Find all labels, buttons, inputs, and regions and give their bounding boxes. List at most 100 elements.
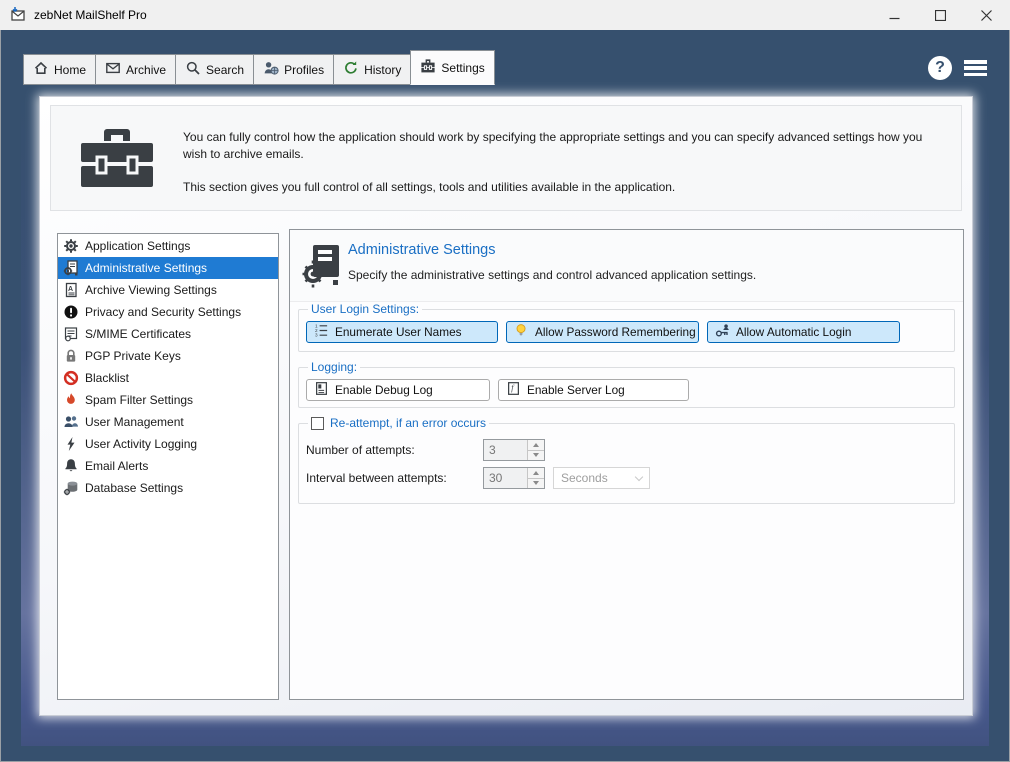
reattempt-group: Re-attempt, if an error occurs Number of… <box>298 416 955 504</box>
menu-button[interactable] <box>964 60 987 76</box>
sidebar-item-blacklist[interactable]: Blacklist <box>58 367 278 389</box>
prohibition-icon <box>62 370 79 386</box>
tab-bar: Home Archive Search <box>23 50 494 85</box>
reattempt-checkbox[interactable] <box>311 417 324 430</box>
content-panel: You can fully control how the applicatio… <box>39 96 973 716</box>
settings-detail-panel: Administrative Settings Specify the admi… <box>289 229 964 700</box>
spinner-value: 30 <box>484 468 527 488</box>
padlock-icon <box>62 348 79 364</box>
enumerate-user-names-button[interactable]: 123 Enumerate User Names <box>306 321 498 343</box>
tab-label: History <box>364 63 401 77</box>
help-button[interactable]: ? <box>928 56 952 80</box>
toolbox-icon-large <box>77 127 157 192</box>
intro-paragraph-1: You can fully control how the applicatio… <box>183 129 947 164</box>
enable-server-log-button[interactable]: f Enable Server Log <box>498 379 689 401</box>
document-a-icon: A <box>62 282 79 298</box>
toggle-button-label: Allow Password Remembering <box>535 325 696 339</box>
intro-box: You can fully control how the applicatio… <box>50 105 962 211</box>
svg-text:A: A <box>68 286 73 293</box>
detail-subtitle: Specify the administrative settings and … <box>348 268 756 282</box>
exclamation-circle-icon <box>62 304 79 320</box>
svg-text:3: 3 <box>315 333 318 338</box>
tab-home[interactable]: Home <box>23 54 96 85</box>
number-of-attempts-spinner[interactable]: 3 <box>483 439 545 461</box>
sidebar-item-administrative-settings[interactable]: Administrative Settings <box>58 257 278 279</box>
sidebar-item-application-settings[interactable]: Application Settings <box>58 235 278 257</box>
lightbulb-icon <box>514 323 529 341</box>
toolbox-icon <box>420 58 436 77</box>
gear-document-icon <box>62 260 79 276</box>
sidebar-item-pgp-private-keys[interactable]: PGP Private Keys <box>58 345 278 367</box>
tab-profiles[interactable]: Profiles <box>253 54 334 85</box>
numbered-list-icon: 123 <box>314 323 329 341</box>
title-bar: zebNet MailShelf Pro <box>0 0 1010 30</box>
tab-label: Settings <box>441 61 484 75</box>
chevron-down-icon <box>635 472 643 480</box>
sidebar-item-label: Database Settings <box>85 481 183 495</box>
sidebar-item-label: Application Settings <box>85 239 190 253</box>
tab-history[interactable]: History <box>333 54 411 85</box>
database-gear-icon <box>62 480 79 496</box>
window-title: zebNet MailShelf Pro <box>34 8 147 22</box>
question-mark-icon: ? <box>935 59 945 77</box>
toggle-button-label: Enumerate User Names <box>335 325 462 339</box>
spinner-down-button[interactable] <box>528 450 544 461</box>
intro-text: You can fully control how the applicatio… <box>183 129 947 211</box>
spinner-up-button[interactable] <box>528 468 544 478</box>
server-log-icon: f <box>506 381 521 399</box>
spinner-up-button[interactable] <box>528 440 544 450</box>
sidebar-item-smime-certificates[interactable]: S/MIME Certificates <box>58 323 278 345</box>
sidebar-item-label: Administrative Settings <box>85 261 207 275</box>
sidebar-item-user-activity-logging[interactable]: User Activity Logging <box>58 433 278 455</box>
tab-search[interactable]: Search <box>175 54 254 85</box>
tab-label: Profiles <box>284 63 324 77</box>
sidebar-item-spam-filter-settings[interactable]: Spam Filter Settings <box>58 389 278 411</box>
magnifier-icon <box>185 60 201 79</box>
user-login-settings-legend: User Login Settings: <box>308 302 422 316</box>
sidebar-item-label: Archive Viewing Settings <box>85 283 217 297</box>
down-arrow-icon <box>533 453 539 457</box>
detail-header: Administrative Settings Specify the admi… <box>290 230 963 302</box>
detail-title: Administrative Settings <box>348 242 495 258</box>
key-user-icon <box>715 323 730 341</box>
sidebar-item-email-alerts[interactable]: Email Alerts <box>58 455 278 477</box>
home-icon <box>33 60 49 79</box>
toggle-button-label: Allow Automatic Login <box>736 325 851 339</box>
up-arrow-icon <box>533 443 539 447</box>
intro-paragraph-2: This section gives you full control of a… <box>183 179 947 196</box>
users-icon <box>62 414 79 430</box>
allow-automatic-login-button[interactable]: Allow Automatic Login <box>707 321 900 343</box>
tab-settings[interactable]: Settings <box>410 50 494 85</box>
tab-label: Home <box>54 63 86 77</box>
sidebar-item-privacy-and-security-settings[interactable]: Privacy and Security Settings <box>58 301 278 323</box>
spinner-value: 3 <box>484 440 527 460</box>
application-window: zebNet MailShelf Pro Home <box>0 0 1010 762</box>
toggle-button-label: Enable Server Log <box>527 383 625 397</box>
gear-icon <box>62 238 79 254</box>
up-arrow-icon <box>533 471 539 475</box>
minimize-button[interactable] <box>871 1 917 30</box>
tab-label: Search <box>206 63 244 77</box>
sidebar-item-archive-viewing-settings[interactable]: A Archive Viewing Settings <box>58 279 278 301</box>
spinner-down-button[interactable] <box>528 478 544 489</box>
certificate-icon <box>62 326 79 342</box>
interval-between-attempts-row: Interval between attempts: 30 Seconds <box>306 467 947 489</box>
sidebar-item-label: Privacy and Security Settings <box>85 305 241 319</box>
sidebar-item-label: Spam Filter Settings <box>85 393 193 407</box>
gear-document-icon-large <box>301 243 341 292</box>
sidebar-item-label: S/MIME Certificates <box>85 327 191 341</box>
reattempt-legend: Re-attempt, if an error occurs <box>308 416 489 430</box>
enable-debug-log-button[interactable]: Enable Debug Log <box>306 379 490 401</box>
interval-unit-dropdown[interactable]: Seconds <box>553 467 650 489</box>
bell-icon <box>62 458 79 474</box>
close-button[interactable] <box>963 1 1009 30</box>
tab-archive[interactable]: Archive <box>95 54 176 85</box>
sidebar-item-label: User Management <box>85 415 184 429</box>
sidebar-item-user-management[interactable]: User Management <box>58 411 278 433</box>
interval-between-attempts-spinner[interactable]: 30 <box>483 467 545 489</box>
envelope-icon <box>105 60 121 79</box>
maximize-button[interactable] <box>917 1 963 30</box>
allow-password-remembering-button[interactable]: Allow Password Remembering <box>506 321 699 343</box>
window-background: Home Archive Search <box>1 30 1009 761</box>
sidebar-item-database-settings[interactable]: Database Settings <box>58 477 278 499</box>
